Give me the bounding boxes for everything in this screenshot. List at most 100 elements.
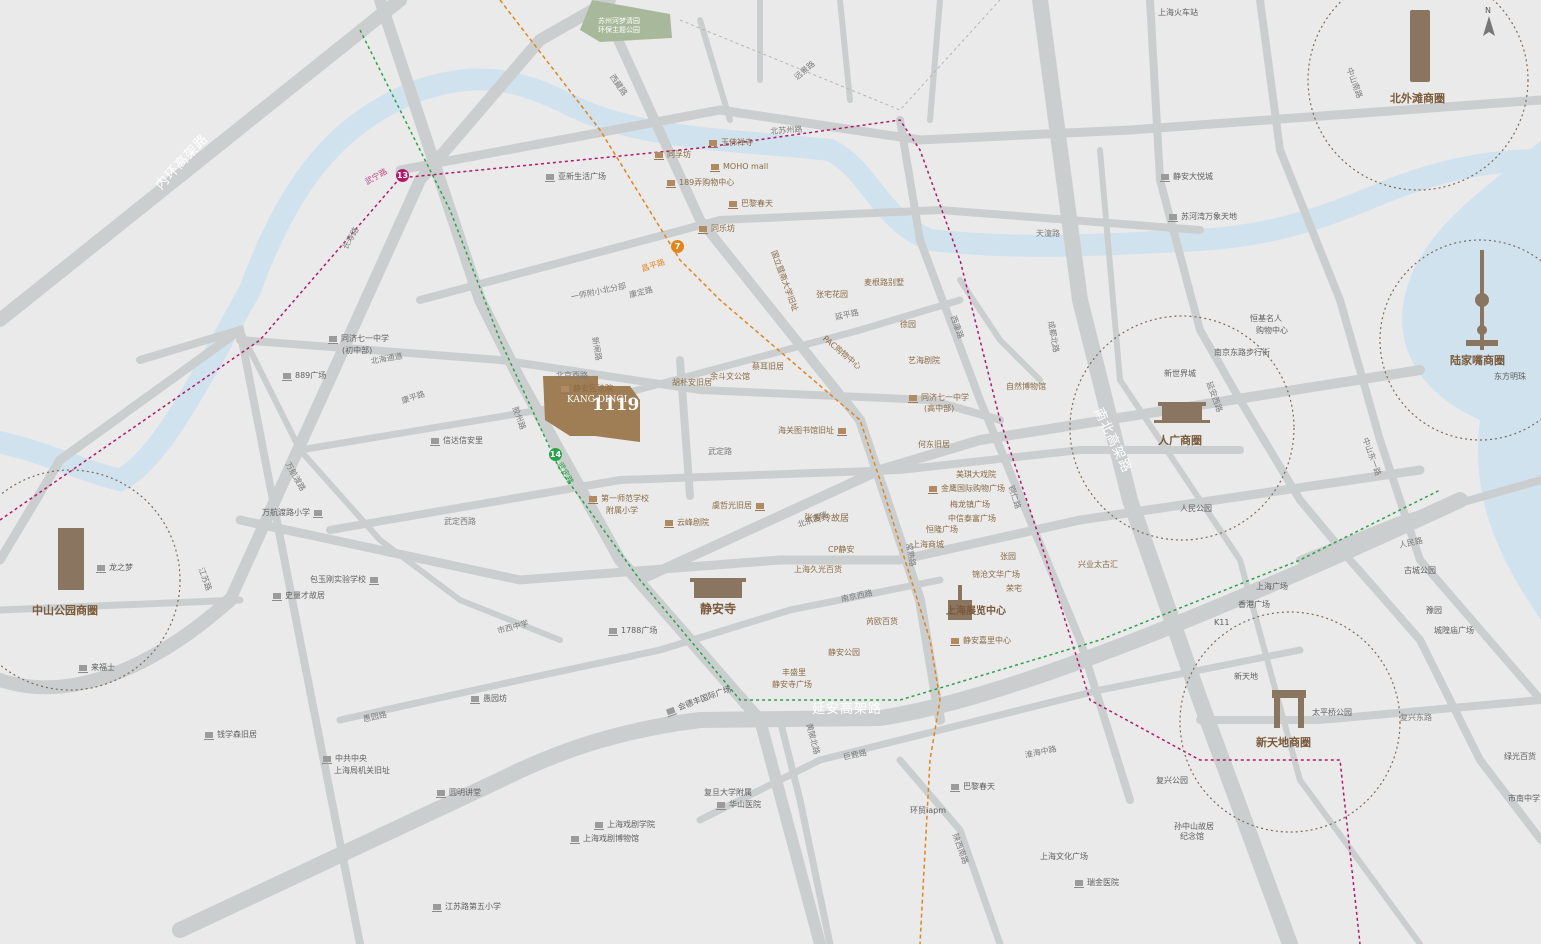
poi[interactable]: 静安寺广场 bbox=[772, 680, 812, 690]
landmark-expo-center[interactable]: 上海展览中心 bbox=[946, 602, 1006, 617]
school-icon bbox=[594, 820, 604, 830]
poi[interactable]: 889广场 bbox=[282, 371, 326, 381]
poi[interactable]: 同乐坊 bbox=[698, 224, 735, 234]
building-icon bbox=[755, 501, 765, 511]
poi[interactable]: 荣宅 bbox=[1006, 584, 1022, 594]
poi[interactable]: 恒基名人 bbox=[1250, 314, 1282, 324]
poi[interactable]: 麦根路别墅 bbox=[864, 278, 904, 288]
poi[interactable]: 虞哲光旧居 bbox=[712, 501, 765, 511]
poi[interactable]: 新天地 bbox=[1234, 672, 1258, 682]
poi[interactable]: 龙之梦 bbox=[96, 563, 133, 573]
poi[interactable]: 中共中央 bbox=[322, 754, 367, 764]
mall-icon bbox=[928, 484, 938, 494]
poi[interactable]: 史量才故居 bbox=[272, 591, 325, 601]
poi[interactable]: 徐园 bbox=[900, 320, 916, 330]
poi[interactable]: 余斗文公馆 bbox=[710, 372, 750, 382]
poi[interactable]: 189弄购物中心 bbox=[666, 178, 734, 188]
poi[interactable]: K11 bbox=[1214, 618, 1229, 628]
poi[interactable]: 胡朴安旧居 bbox=[672, 378, 712, 388]
poi[interactable]: 上海文化广场 bbox=[1040, 852, 1088, 862]
poi[interactable]: 恒隆广场 bbox=[926, 525, 958, 535]
poi[interactable]: 圆明讲堂 bbox=[436, 788, 481, 798]
poi[interactable]: 巴黎春天 bbox=[950, 782, 995, 792]
landmark-jingan-temple[interactable]: 静安寺 bbox=[700, 600, 736, 617]
map-canvas[interactable]: KANG DINGI 1119 静安区法院 苏州河梦清园 环保主题公园 内环高架… bbox=[0, 0, 1541, 944]
road-label: 武定路 bbox=[708, 447, 732, 456]
poi[interactable]: 张爱玲故居 bbox=[804, 514, 849, 524]
poi[interactable]: 兴业太古汇 bbox=[1078, 560, 1118, 570]
poi[interactable]: 中信泰富广场 bbox=[948, 514, 996, 524]
district-zhongshan-park[interactable]: 中山公园商圈 bbox=[32, 602, 98, 618]
school-icon bbox=[369, 575, 379, 585]
poi[interactable]: 静安公园 bbox=[828, 648, 860, 658]
poi[interactable]: CP静安 bbox=[828, 545, 854, 555]
poi[interactable]: 梅龙镇广场 bbox=[950, 500, 990, 510]
poi[interactable]: 复旦大学附属 bbox=[704, 788, 752, 798]
poi[interactable]: 芮欧百货 bbox=[866, 617, 898, 627]
poi[interactable]: 张宅花园 bbox=[816, 290, 848, 300]
poi[interactable]: 信达信安里 bbox=[430, 436, 483, 446]
district-lujiazui[interactable]: 陆家嘴商圈 bbox=[1450, 352, 1505, 368]
poi[interactable]: 丰盛里 bbox=[782, 668, 806, 678]
poi[interactable]: 来福士 bbox=[78, 663, 115, 673]
poi[interactable]: 张园 bbox=[1000, 552, 1016, 562]
poi[interactable]: 孙中山故居 bbox=[1174, 822, 1214, 832]
poi[interactable]: 上海商城 bbox=[912, 540, 944, 550]
poi[interactable]: 美琪大戏院 bbox=[956, 470, 996, 480]
mall-icon bbox=[545, 172, 555, 182]
poi[interactable]: 东方明珠 bbox=[1494, 372, 1526, 382]
poi[interactable]: 静安大悦城 bbox=[1160, 172, 1213, 182]
poi[interactable]: 愚园坊 bbox=[470, 694, 507, 704]
poi[interactable]: 海关图书馆旧址 bbox=[778, 426, 847, 436]
poi[interactable]: 南京东路步行街 bbox=[1214, 348, 1270, 358]
poi-court[interactable]: 静安区法院 bbox=[560, 384, 613, 394]
poi[interactable]: 复兴公园 bbox=[1156, 776, 1188, 786]
poi[interactable]: 市南中学 bbox=[1508, 794, 1540, 804]
poi[interactable]: 华山医院 bbox=[716, 800, 761, 810]
poi[interactable]: MOHO mall bbox=[710, 162, 768, 172]
poi[interactable]: 云峰剧院 bbox=[664, 518, 709, 528]
mall-icon bbox=[1168, 212, 1178, 222]
district-peoples-square[interactable]: 人广商圈 bbox=[1158, 432, 1202, 448]
poi[interactable]: 绿光百货 bbox=[1504, 752, 1536, 762]
poi[interactable]: 静安嘉里中心 bbox=[950, 636, 1011, 646]
district-north-bund[interactable]: 北外滩商圈 bbox=[1390, 90, 1445, 106]
poi[interactable]: 蔡耳旧居 bbox=[752, 362, 784, 372]
poi[interactable]: 上海火车站 bbox=[1158, 8, 1198, 18]
poi[interactable]: 巴黎春天 bbox=[728, 199, 773, 209]
poi[interactable]: 古城公园 bbox=[1404, 566, 1436, 576]
poi[interactable]: 豫园 bbox=[1426, 606, 1442, 616]
poi[interactable]: 万航渡路小学 bbox=[262, 508, 323, 518]
poi[interactable]: 钱学森旧居 bbox=[204, 730, 257, 740]
poi[interactable]: 自然博物馆 bbox=[1006, 382, 1046, 392]
poi[interactable]: 苏河湾万象天地 bbox=[1168, 212, 1237, 222]
nanbei-elevated bbox=[1032, 0, 1298, 944]
poi[interactable]: 锦沧文华广场 bbox=[972, 570, 1020, 580]
poi[interactable]: 1788广场 bbox=[608, 626, 657, 636]
poi[interactable]: 上海广场 bbox=[1256, 582, 1288, 592]
poi[interactable]: 瑞金医院 bbox=[1074, 878, 1119, 888]
poi[interactable]: 何东旧居 bbox=[918, 440, 950, 450]
poi[interactable]: 艺海剧院 bbox=[908, 356, 940, 366]
poi[interactable]: 上海戏剧博物馆 bbox=[570, 834, 639, 844]
poi[interactable]: 环贸iapm bbox=[910, 806, 946, 816]
poi[interactable]: 人民公园 bbox=[1180, 504, 1212, 514]
poi[interactable]: 玉佛禅寺 bbox=[708, 138, 753, 148]
poi[interactable]: 香港广场 bbox=[1238, 600, 1270, 610]
mall-icon bbox=[96, 563, 106, 573]
poi[interactable]: 包玉刚实验学校 bbox=[310, 575, 379, 585]
poi[interactable]: 新世界城 bbox=[1164, 369, 1196, 379]
poi[interactable]: 第一师范学校 bbox=[588, 494, 649, 504]
poi[interactable]: 同济七一中学 bbox=[908, 393, 969, 403]
poi[interactable]: 金鹰国际购物广场 bbox=[928, 484, 1005, 494]
poi[interactable]: 上海久光百货 bbox=[794, 565, 842, 575]
poi[interactable]: 同孚坊 bbox=[654, 150, 691, 160]
poi: (初中部) bbox=[342, 346, 373, 355]
poi[interactable]: 上海戏剧学院 bbox=[594, 820, 655, 830]
poi[interactable]: 江苏路第五小学 bbox=[432, 902, 501, 912]
poi[interactable]: 太平桥公园 bbox=[1312, 708, 1352, 718]
poi[interactable]: 亚新生活广场 bbox=[545, 172, 606, 182]
district-xintiandi[interactable]: 新天地商圈 bbox=[1256, 734, 1311, 750]
poi[interactable]: 同济七一中学 bbox=[328, 334, 389, 344]
poi[interactable]: 城隍庙广场 bbox=[1434, 626, 1474, 636]
